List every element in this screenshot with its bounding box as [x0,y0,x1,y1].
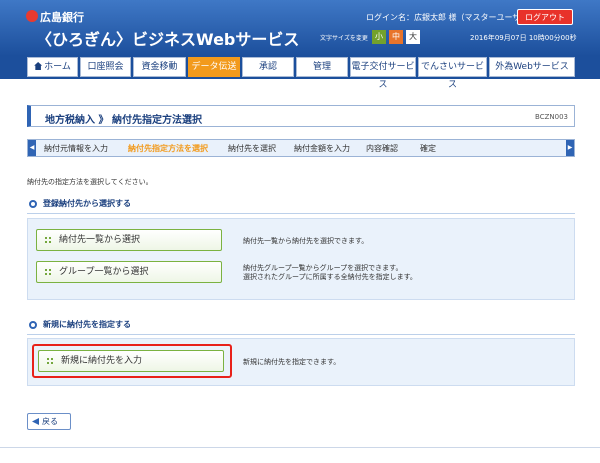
font-size-large-button[interactable]: 大 [406,30,420,44]
payee-list-description: 納付先一覧から納付先を選択できます。 [243,237,369,245]
section-heading-registered: 登録納付先から選択する [27,196,575,214]
section-bullet-icon [29,321,37,329]
back-label: 戻る [42,417,58,426]
registered-panel: 納付先一覧から選択 納付先一覧から納付先を選択できます。 グループ一覧から選択 … [27,218,575,300]
login-datetime: 2016年09月07日 10時00分00秒 [470,34,577,42]
step-item-current: 納付先指定方法を選択 [128,144,208,153]
step-item: 納付金額を入力 [294,144,350,153]
service-name: 〈ひろぎん〉ビジネスWebサービス [36,30,300,49]
page-title: 地方税納入 》 納付先指定方法選択 [45,115,202,126]
tab-forex-web[interactable]: 外為Webサービス [489,57,575,77]
progress-steps: ◀ 納付元情報を入力 納付先指定方法を選択 納付先を選択 納付金額を入力 内容確… [27,139,575,157]
step-item: 納付元情報を入力 [44,144,108,153]
back-button[interactable]: 戻る [27,413,71,430]
select-from-group-list-button[interactable]: グループ一覧から選択 [36,261,222,283]
bank-name: 広島銀行 [40,11,84,24]
back-arrow-icon [32,418,39,425]
font-size-label: 文字サイズを変更 [320,35,368,42]
tab-approval[interactable]: 承認 [242,57,294,77]
section-bullet-icon [29,200,37,208]
tab-densai[interactable]: でんさいサービス [418,57,487,90]
tab-home-label: ホーム [44,62,71,72]
font-size-small-button[interactable]: 小 [372,30,386,44]
tab-home[interactable]: ホーム [27,57,78,77]
button-dots-icon [45,237,51,243]
new-payee-description: 新規に納付先を指定できます。 [243,358,341,366]
select-from-payee-list-label: 納付先一覧から選択 [59,235,141,245]
tab-data-transmission[interactable]: データ伝送 [188,57,240,77]
header: 広島銀行 〈ひろぎん〉ビジネスWebサービス ログイン名：広銀太郎 様（マスター… [0,0,600,56]
tab-e-delivery[interactable]: 電子交付サービス [350,57,416,90]
logout-button[interactable]: ログアウト [517,9,573,25]
section-heading-new: 新規に納付先を指定する [27,317,575,335]
page-title-box: 地方税納入 》 納付先指定方法選択 BCZN003 [27,105,575,127]
screen-id: BCZN003 [535,113,568,121]
step-item: 内容確認 [366,144,398,153]
red-highlight-box [32,344,232,378]
section-heading-label: 登録納付先から選択する [43,199,131,208]
login-info: ログイン名：広銀太郎 様（マスターユーザ） [366,13,529,22]
main-nav: ホーム 口座照会 資金移動 データ伝送 承認 管理 電子交付サービス でんさいサ… [0,56,600,90]
bank-logo-icon [26,10,38,22]
select-from-group-list-label: グループ一覧から選択 [59,267,149,277]
section-heading-label: 新規に納付先を指定する [43,320,131,329]
footer-divider [0,447,600,448]
steps-left-arrow-icon: ◀ [28,140,36,156]
step-item: 納付先を選択 [228,144,276,153]
steps-right-arrow-icon: ▶ [566,140,574,156]
font-size-medium-button[interactable]: 中 [389,30,403,44]
home-icon [34,62,43,70]
step-item: 確定 [420,144,436,153]
group-list-description-2: 選択されたグループに所属する全納付先を指定します。 [243,273,417,281]
tab-account-inquiry[interactable]: 口座照会 [80,57,131,77]
tab-fund-transfer[interactable]: 資金移動 [133,57,186,77]
button-dots-icon [45,269,51,275]
instruction-text: 納付先の指定方法を選択してください。 [27,178,153,186]
tab-management[interactable]: 管理 [296,57,348,77]
group-list-description-1: 納付先グループ一覧からグループを選択できます。 [243,264,403,272]
select-from-payee-list-button[interactable]: 納付先一覧から選択 [36,229,222,251]
